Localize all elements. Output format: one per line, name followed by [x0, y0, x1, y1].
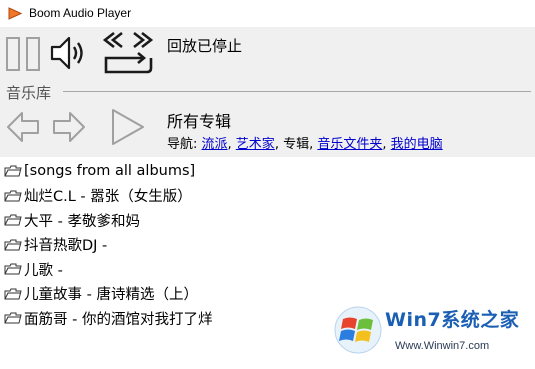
nav-link-music-folder[interactable]: 音乐文件夹 — [317, 137, 382, 152]
folder-icon — [4, 239, 22, 251]
nav-link-artist[interactable]: 艺术家 — [236, 137, 275, 152]
nav-link-my-computer[interactable]: 我的电脑 — [391, 137, 443, 152]
play-icon[interactable] — [110, 107, 146, 147]
folder-icon — [4, 214, 22, 226]
playback-status: 回放已停止 — [167, 37, 243, 55]
windows-logo-icon — [334, 306, 382, 354]
nav-link-genre[interactable]: 流派 — [202, 137, 228, 152]
list-item[interactable]: [songs from all albums] — [0, 159, 535, 184]
list-item[interactable]: 灿烂C.L - 嚣张（女生版） — [0, 184, 535, 209]
album-name: 抖音热歌DJ - — [24, 238, 108, 255]
nav-separator: , — [227, 137, 236, 152]
repeat-icon[interactable] — [100, 30, 154, 76]
album-name: 灿烂C.L - 嚣张（女生版） — [24, 189, 192, 206]
section-divider — [63, 91, 531, 92]
app-play-icon — [8, 7, 22, 20]
album-name: [songs from all albums] — [24, 163, 196, 180]
folder-icon — [4, 288, 22, 300]
page-heading: 所有专辑 — [167, 112, 232, 131]
list-item[interactable]: 儿歌 - — [0, 257, 535, 282]
watermark-text: Win7系统之家 — [385, 309, 520, 331]
nav-separator: , — [382, 137, 391, 152]
window-title: Boom Audio Player — [29, 6, 132, 20]
watermark: Win7系统之家 Www.Winwin7.com — [333, 301, 529, 363]
album-name: 面筋哥 - 你的酒馆对我打了烊 — [24, 311, 213, 328]
title-bar: Boom Audio Player — [0, 0, 535, 27]
album-name: 儿歌 - — [24, 262, 63, 279]
list-item[interactable]: 抖音热歌DJ - — [0, 233, 535, 258]
library-section-label: 音乐库 — [6, 84, 52, 102]
pause-icon[interactable] — [6, 37, 40, 71]
arrow-left-icon[interactable] — [6, 110, 40, 144]
watermark-url: Www.Winwin7.com — [395, 340, 490, 352]
list-item[interactable]: 大平 - 孝敬爹和妈 — [0, 208, 535, 233]
folder-icon — [4, 190, 22, 202]
folder-icon — [4, 312, 22, 324]
nav-separator: , — [274, 137, 284, 152]
folder-icon — [4, 165, 22, 177]
breadcrumb: 导航: 流派, 艺术家, 专辑, 音乐文件夹, 我的电脑 — [167, 133, 443, 152]
speaker-icon[interactable] — [50, 34, 90, 72]
album-name: 大平 - 孝敬爹和妈 — [24, 213, 140, 230]
player-panel: 回放已停止 音乐库 所有专辑 导航: 流派, 艺术家, 专辑, 音乐文件夹, 我… — [0, 27, 535, 157]
arrow-right-icon[interactable] — [52, 110, 86, 144]
nav-prefix: 导航: — [167, 137, 202, 152]
album-name: 儿童故事 - 唐诗精选（上） — [24, 287, 198, 304]
nav-current-album: 专辑 — [283, 137, 310, 152]
folder-icon — [4, 263, 22, 275]
